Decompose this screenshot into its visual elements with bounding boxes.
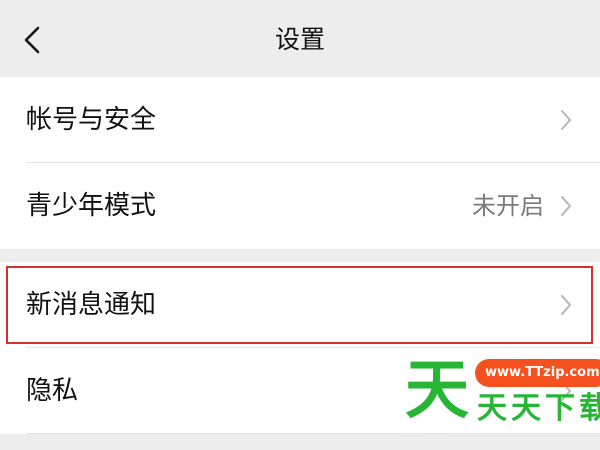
divider [26,433,600,434]
chevron-right-icon [561,110,571,130]
settings-row-privacy[interactable]: 隐私 [0,348,600,434]
chevron-right-icon [561,196,571,216]
settings-row-label: 青少年模式 [26,191,157,221]
settings-row-teen-mode[interactable]: 青少年模式 未开启 [0,163,600,249]
settings-group-general: 新消息通知 隐私 [0,262,600,434]
settings-group-account: 帐号与安全 青少年模式 未开启 [0,77,600,249]
settings-row-new-message-notifications[interactable]: 新消息通知 [0,262,600,348]
settings-row-label: 新消息通知 [26,290,157,320]
chevron-right-icon [561,381,571,401]
nav-bar: 设置 [0,0,600,77]
settings-row-account-security[interactable]: 帐号与安全 [0,77,600,163]
page-title: 设置 [274,25,325,54]
settings-row-label: 帐号与安全 [26,105,157,135]
settings-row-value: 未开启 [472,192,544,220]
chevron-right-icon [561,295,571,315]
settings-row-label: 隐私 [26,376,79,406]
